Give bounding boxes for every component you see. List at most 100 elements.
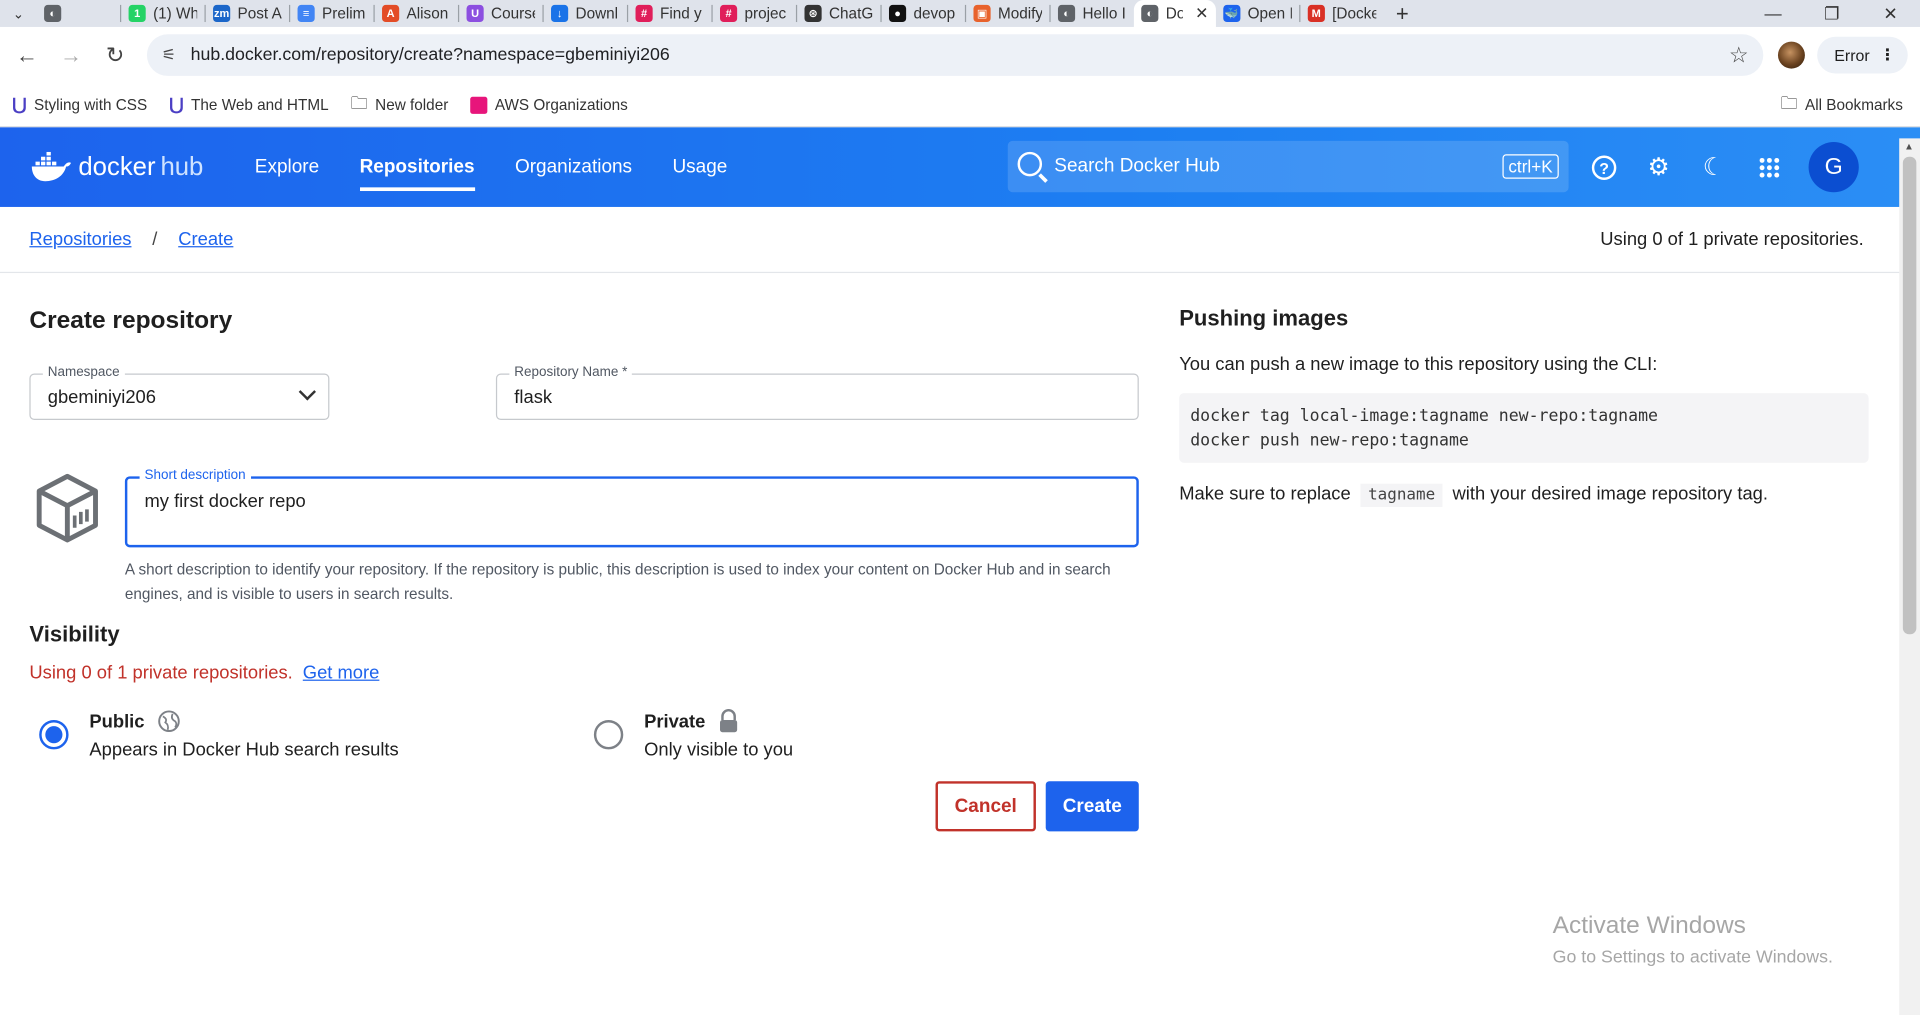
visibility-public-option[interactable]: Public Appears in Docker Hub search resu… bbox=[39, 709, 399, 760]
nav-explore[interactable]: Explore bbox=[255, 127, 319, 207]
breadcrumb-repositories[interactable]: Repositories bbox=[29, 229, 131, 250]
tab-strip: ⌄ ◐ 1 (1) Wh zm Post A ≡ Prelim A Alison U Course ↓… bbox=[0, 0, 1920, 27]
tab-favicon-icon: ◐ bbox=[44, 4, 62, 23]
tab-favicon-icon: ▣ bbox=[973, 4, 991, 23]
theme-toggle-icon[interactable]: ☾ bbox=[1686, 152, 1741, 183]
browser-tab[interactable]: ◐ bbox=[37, 0, 120, 27]
get-more-link[interactable]: Get more bbox=[303, 662, 380, 683]
browser-tab[interactable]: ▣ Modify bbox=[966, 0, 1049, 27]
all-bookmarks[interactable]: 🗀 All Bookmarks bbox=[1781, 90, 1903, 119]
browser-tab[interactable]: ◐ Hello I bbox=[1051, 0, 1134, 27]
browser-tab[interactable]: A Alison bbox=[375, 0, 458, 27]
bookmark-item[interactable]: ⋃ The Web and HTML bbox=[169, 94, 328, 115]
search-input[interactable]: Search Docker Hub ctrl+K bbox=[1007, 140, 1569, 193]
browser-tab[interactable]: ≡ Prelim bbox=[290, 0, 373, 27]
visibility-usage-text: Using 0 of 1 private repositories. bbox=[29, 662, 293, 684]
visibility-private-option[interactable]: Private Only visible to you bbox=[593, 709, 793, 760]
error-button[interactable]: Error ⋮ bbox=[1817, 36, 1908, 74]
user-avatar[interactable]: G bbox=[1808, 142, 1859, 193]
breadcrumb: Repositories / Create Using 0 of 1 priva… bbox=[0, 207, 1920, 274]
tab-title: ChatG bbox=[828, 4, 874, 23]
tab-title: Find y bbox=[660, 4, 702, 23]
gear-icon[interactable]: ⚙ bbox=[1631, 152, 1686, 183]
code-line-push: docker push new-repo:tagname bbox=[1190, 431, 1469, 451]
tab-title: Do bbox=[1165, 4, 1183, 23]
apps-grid-icon[interactable] bbox=[1741, 156, 1796, 178]
tab-favicon-icon: # bbox=[635, 4, 653, 23]
browser-tab[interactable]: M [Docke bbox=[1300, 0, 1383, 27]
tab-title: Prelim bbox=[322, 4, 366, 23]
browser-tab[interactable]: U Course bbox=[459, 0, 542, 27]
scrollbar-thumb[interactable] bbox=[1902, 156, 1917, 635]
browser-tab[interactable]: # projec bbox=[713, 0, 796, 27]
browser-tab[interactable]: ● devop bbox=[882, 0, 965, 27]
browser-tab[interactable]: 🐳 Open I bbox=[1216, 0, 1299, 27]
scroll-up-arrow-icon[interactable]: ▲ bbox=[1904, 141, 1914, 152]
forward-arrow-icon[interactable]: → bbox=[49, 42, 93, 68]
bookmark-item[interactable]: ⋃ Styling with CSS bbox=[12, 94, 147, 115]
browser-tab[interactable]: ↓ Downl bbox=[544, 0, 627, 27]
public-radio[interactable] bbox=[39, 720, 69, 750]
close-window-icon[interactable]: ✕ bbox=[1861, 0, 1920, 27]
tab-list: ◐ 1 (1) Wh zm Post A ≡ Prelim A Alison U Course ↓ Do… bbox=[37, 0, 1384, 27]
screen: ⌄ ◐ 1 (1) Wh zm Post A ≡ Prelim A Alison U Course ↓… bbox=[0, 0, 1920, 1015]
bookmark-item[interactable]: 🗀 New folder bbox=[351, 90, 449, 119]
bookmark-item[interactable]: AWS Organizations bbox=[470, 96, 628, 114]
all-bookmarks-label: All Bookmarks bbox=[1805, 96, 1903, 114]
url-text: hub.docker.com/repository/create?namespa… bbox=[190, 45, 670, 65]
short-description-input[interactable]: Short description my first docker repo bbox=[124, 467, 1139, 548]
dockerhub-logo[interactable]: docker hub bbox=[29, 151, 203, 183]
tab-favicon-icon: A bbox=[382, 4, 400, 23]
restore-icon[interactable]: ❐ bbox=[1802, 0, 1861, 27]
back-arrow-icon[interactable]: ← bbox=[5, 42, 49, 68]
visibility-heading: Visibility bbox=[29, 622, 120, 647]
tab-favicon-icon: 1 bbox=[128, 4, 146, 23]
reload-icon[interactable]: ↻ bbox=[93, 42, 137, 68]
browser-tab[interactable]: ◐ Do ✕ bbox=[1133, 0, 1216, 27]
new-tab-plus-icon[interactable]: + bbox=[1396, 1, 1409, 27]
tab-favicon-icon: # bbox=[720, 4, 738, 23]
address-bar[interactable]: ⚟ hub.docker.com/repository/create?names… bbox=[146, 34, 1764, 76]
search-icon bbox=[1017, 151, 1043, 177]
short-description-helper: A short description to identify your rep… bbox=[124, 560, 1111, 603]
nav-usage[interactable]: Usage bbox=[672, 127, 727, 207]
kebab-menu-icon[interactable]: ⋮ bbox=[1879, 45, 1895, 65]
tab-favicon-icon: ↓ bbox=[551, 4, 569, 23]
tab-search-chevron-icon[interactable]: ⌄ bbox=[0, 6, 37, 22]
bookmark-label: Styling with CSS bbox=[34, 96, 148, 114]
nav-organizations[interactable]: Organizations bbox=[515, 127, 632, 207]
private-radio[interactable] bbox=[593, 720, 624, 750]
browser-tab[interactable]: zm Post A bbox=[206, 0, 289, 27]
namespace-select[interactable]: Namespace gbeminiyi206 bbox=[29, 364, 330, 421]
cancel-button[interactable]: Cancel bbox=[935, 781, 1036, 832]
main-nav: Explore Repositories Organizations Usage bbox=[255, 127, 768, 207]
tab-title: Post A bbox=[237, 4, 282, 23]
help-icon[interactable]: ? bbox=[1576, 154, 1631, 181]
browser-tab[interactable]: ⊛ ChatG bbox=[797, 0, 880, 27]
pushing-images-heading: Pushing images bbox=[1179, 306, 1349, 331]
minimize-icon[interactable]: — bbox=[1744, 0, 1803, 27]
page-scrollbar[interactable]: ▲ bbox=[1899, 138, 1920, 1015]
cli-code-block: docker tag local-image:tagname new-repo:… bbox=[1179, 393, 1869, 463]
bookmark-star-icon[interactable]: ☆ bbox=[1729, 42, 1749, 68]
bookmark-label: New folder bbox=[375, 96, 449, 114]
logo-docker-text: docker bbox=[78, 152, 156, 181]
breadcrumb-create[interactable]: Create bbox=[178, 229, 233, 250]
browser-tab[interactable]: # Find y bbox=[628, 0, 711, 27]
docker-whale-icon bbox=[31, 151, 72, 181]
tab-close-icon[interactable]: ✕ bbox=[1195, 4, 1208, 24]
site-settings-icon[interactable]: ⚟ bbox=[162, 45, 176, 65]
note-after: with your desired image repository tag. bbox=[1452, 483, 1768, 505]
folder-icon: 🗀 bbox=[350, 92, 368, 113]
repository-name-input[interactable]: Repository Name * flask bbox=[495, 364, 1139, 421]
create-button[interactable]: Create bbox=[1045, 781, 1139, 832]
folder-icon: 🗀 bbox=[1780, 92, 1798, 113]
tab-title: Modify bbox=[997, 4, 1043, 23]
repository-cube-icon bbox=[36, 473, 98, 543]
nav-repositories[interactable]: Repositories bbox=[359, 127, 475, 207]
browser-tab[interactable]: 1 (1) Wh bbox=[121, 0, 204, 27]
bookmark-u-icon: ⋃ bbox=[12, 94, 27, 114]
pushing-images-intro: You can push a new image to this reposit… bbox=[1179, 353, 1658, 375]
namespace-value: gbeminiyi206 bbox=[47, 386, 156, 408]
profile-avatar[interactable] bbox=[1777, 41, 1805, 69]
